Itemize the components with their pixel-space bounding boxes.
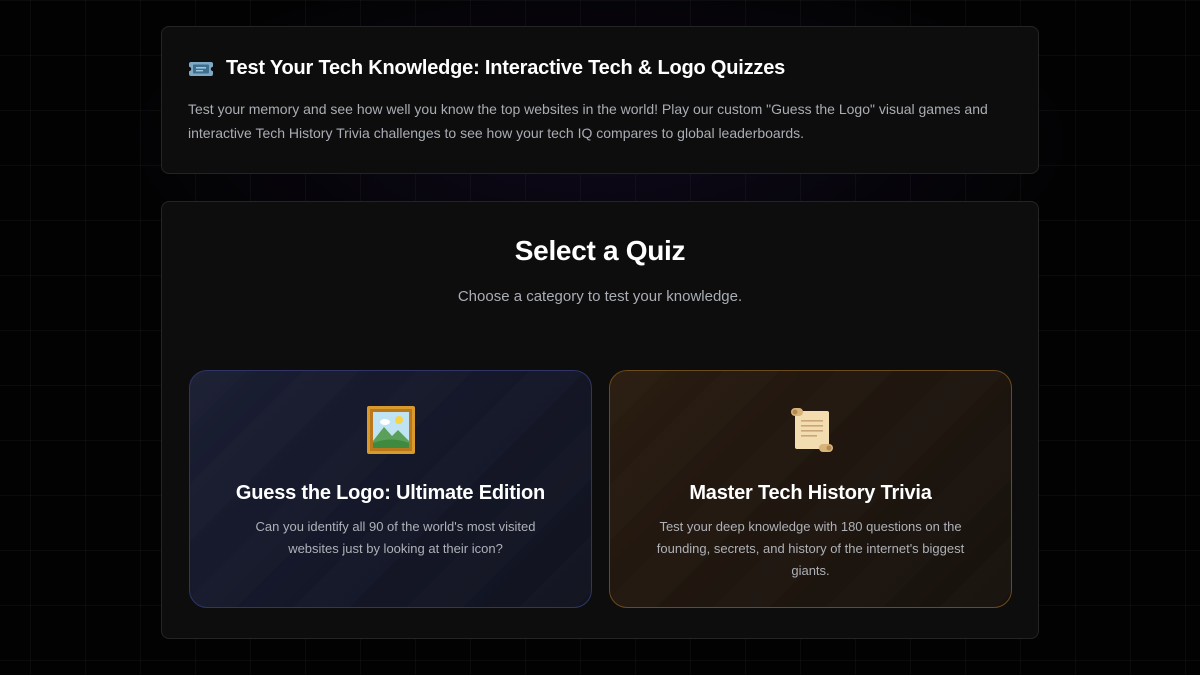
quiz-card-title: Guess the Logo: Ultimate Edition <box>235 482 546 504</box>
quiz-selector-subtitle: Choose a category to test your knowledge… <box>457 288 743 305</box>
quiz-selector-panel: Select a Quiz Choose a category to test … <box>161 201 1039 639</box>
intro-panel: Test Your Tech Knowledge: Interactive Te… <box>161 26 1039 174</box>
ticket-icon <box>188 60 214 78</box>
intro-heading: Test Your Tech Knowledge: Interactive Te… <box>188 57 1012 80</box>
quiz-card-description: Test your deep knowledge with 180 questi… <box>656 519 965 578</box>
intro-title: Test Your Tech Knowledge: Interactive Te… <box>226 57 786 79</box>
scroll-icon <box>786 405 836 455</box>
quiz-selector-title: Select a Quiz <box>514 235 686 266</box>
quiz-card-list: Guess the Logo: Ultimate Edition Can you… <box>189 370 1012 608</box>
quiz-card-guess-the-logo[interactable]: Guess the Logo: Ultimate Edition Can you… <box>189 370 592 608</box>
quiz-card-tech-history-trivia[interactable]: Master Tech History Trivia Test your dee… <box>609 370 1012 608</box>
framed-picture-icon <box>366 405 416 455</box>
intro-description: Test your memory and see how well you kn… <box>188 101 988 141</box>
quiz-card-title: Master Tech History Trivia <box>689 482 932 504</box>
quiz-card-description: Can you identify all 90 of the world's m… <box>255 519 536 556</box>
